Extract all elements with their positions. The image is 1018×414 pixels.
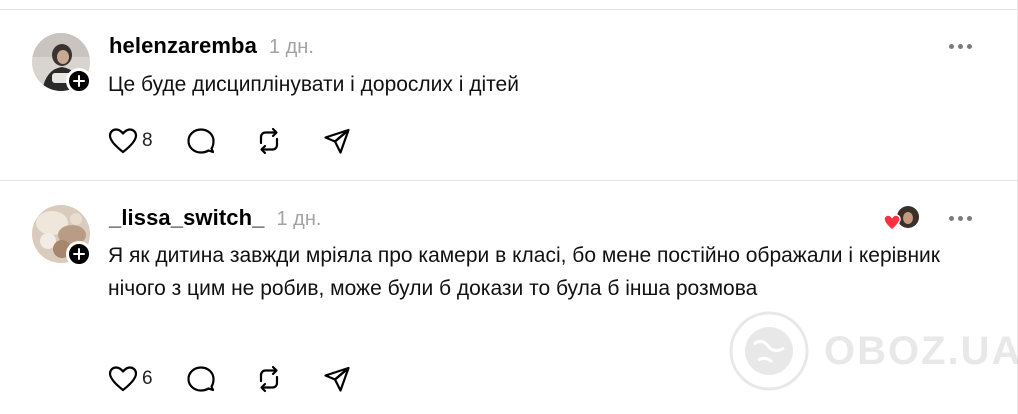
globe-logo-icon — [729, 311, 809, 391]
comment-divider — [0, 180, 1018, 181]
timestamp[interactable]: 1 дн. — [269, 36, 314, 59]
repost-icon — [259, 365, 278, 393]
comment-text: Я як дитина завжди мріяла про камери в к… — [108, 244, 940, 300]
like-count: 8 — [142, 130, 153, 151]
top-divider — [0, 9, 1018, 10]
like-button[interactable]: 8 — [108, 127, 153, 155]
comment-text: Це буде дисциплінувати і дорослих і діте… — [108, 73, 519, 96]
comment-header: helenzaremba 1 дн. — [109, 33, 314, 59]
timestamp[interactable]: 1 дн. — [277, 208, 322, 231]
comment-icon — [186, 366, 215, 392]
share-button[interactable] — [323, 127, 351, 155]
follow-plus-icon[interactable] — [66, 241, 92, 267]
heart-icon — [883, 214, 901, 231]
action-bar: 6 — [108, 365, 351, 393]
username[interactable]: helenzaremba — [109, 33, 257, 59]
repost-button[interactable] — [255, 127, 283, 155]
share-icon — [323, 366, 350, 392]
action-bar: 8 — [108, 127, 351, 155]
repost-icon — [259, 127, 278, 155]
like-count: 6 — [142, 368, 153, 389]
heart-icon — [108, 366, 138, 392]
more-icon[interactable] — [949, 216, 972, 221]
more-icon[interactable] — [949, 44, 972, 49]
watermark-text: OBOZ.UA — [824, 328, 1018, 373]
share-button[interactable] — [323, 365, 351, 393]
like-button[interactable]: 6 — [108, 365, 153, 393]
comment-header: _lissa_switch_ 1 дн. — [109, 205, 321, 231]
watermark: OBOZ.UA — [728, 310, 1018, 392]
comment-button[interactable] — [186, 127, 215, 155]
heart-icon — [108, 128, 138, 154]
follow-plus-icon[interactable] — [66, 68, 92, 94]
username[interactable]: _lissa_switch_ — [109, 205, 265, 231]
comment-icon — [186, 128, 215, 154]
comment-button[interactable] — [186, 365, 215, 393]
author-liked-badge — [883, 204, 921, 234]
repost-button[interactable] — [255, 365, 283, 393]
share-icon — [323, 128, 350, 154]
